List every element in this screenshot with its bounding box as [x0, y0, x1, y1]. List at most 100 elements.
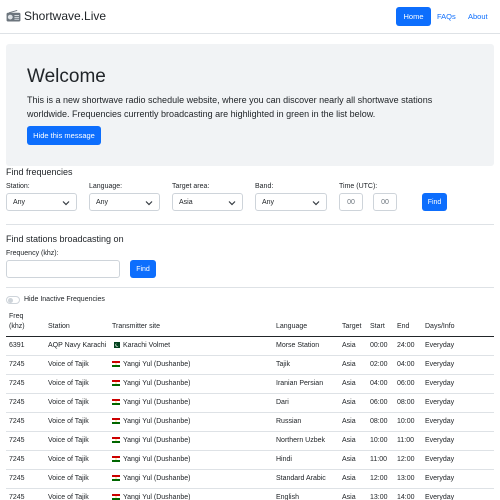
- language-select-value: Any: [96, 198, 109, 206]
- cell-station: Voice of Tajik: [48, 456, 89, 463]
- tajikistan-flag-icon: [112, 437, 120, 443]
- target-area-select-value: Asia: [179, 198, 193, 206]
- find-frequencies-button[interactable]: Find: [422, 193, 447, 211]
- cell-station: Voice of Tajik: [48, 437, 89, 444]
- brand-link[interactable]: Shortwave.Live: [6, 8, 106, 24]
- cell-language: Tajik: [276, 361, 291, 368]
- tajikistan-flag-icon: [112, 418, 120, 424]
- cell-target: Asia: [342, 437, 356, 444]
- transmitter-name: Yangi Yul (Dushanbe): [123, 399, 191, 406]
- cell-station: Voice of Tajik: [48, 399, 89, 406]
- station-label: Station:: [6, 183, 30, 190]
- cell-end: 06:00: [397, 380, 415, 387]
- cell-language: Standard Arabic: [276, 475, 326, 482]
- cell-end: 04:00: [397, 361, 415, 368]
- header-transmitter: Transmitter site: [112, 323, 160, 330]
- cell-target: Asia: [342, 380, 356, 387]
- header-days: Days/Info: [425, 323, 455, 330]
- header-end: End: [397, 323, 410, 330]
- cell-transmitter: Yangi Yul (Dushanbe): [112, 399, 190, 406]
- nav-faqs-link[interactable]: FAQs: [437, 7, 456, 26]
- cell-transmitter: Yangi Yul (Dushanbe): [112, 475, 190, 482]
- tajikistan-flag-icon: [112, 399, 120, 405]
- cell-station: Voice of Tajik: [48, 380, 89, 387]
- cell-days: Everyday: [425, 437, 455, 444]
- cell-days: Everyday: [425, 475, 455, 482]
- cell-start: 13:00: [370, 494, 388, 500]
- cell-station: Voice of Tajik: [48, 418, 89, 425]
- cell-freq: 7245: [9, 418, 25, 425]
- divider: [6, 287, 494, 288]
- transmitter-name: Karachi Volmet: [123, 342, 171, 349]
- target-area-select[interactable]: Asia: [172, 193, 243, 211]
- cell-start: 00:00: [370, 342, 388, 349]
- cell-start: 12:00: [370, 475, 388, 482]
- find-stations-button[interactable]: Find: [130, 260, 156, 278]
- cell-end: 12:00: [397, 456, 415, 463]
- divider: [6, 224, 494, 225]
- cell-language: Morse Station: [276, 342, 320, 349]
- cell-language: Iranian Persian: [276, 380, 324, 387]
- cell-freq: 7245: [9, 399, 25, 406]
- tajikistan-flag-icon: [112, 361, 120, 367]
- cell-start: 11:00: [370, 456, 387, 463]
- welcome-panel: Welcome This is a new shortwave radio sc…: [6, 44, 494, 166]
- table-row: 6391 AQP Navy Karachi Karachi Volmet Morse …: [6, 337, 494, 356]
- radio-icon: [6, 10, 21, 22]
- language-select[interactable]: Any: [89, 193, 160, 211]
- cell-start: 10:00: [370, 437, 388, 444]
- cell-end: 11:00: [397, 437, 414, 444]
- hide-message-button[interactable]: Hide this message: [27, 126, 101, 145]
- table-row: 7245 Voice of Tajik Yangi Yul (Dushanbe) En…: [6, 489, 494, 500]
- cell-station: Voice of Tajik: [48, 494, 89, 500]
- cell-days: Everyday: [425, 380, 455, 387]
- time-minute-input[interactable]: 00: [373, 193, 397, 211]
- transmitter-name: Yangi Yul (Dushanbe): [123, 475, 191, 482]
- cell-start: 04:00: [370, 380, 388, 387]
- cell-freq: 7245: [9, 361, 25, 368]
- nav-home-button[interactable]: Home: [396, 7, 431, 26]
- tajikistan-flag-icon: [112, 380, 120, 386]
- cell-freq: 7245: [9, 456, 25, 463]
- chevron-down-icon: [145, 201, 153, 206]
- table-row: 7245 Voice of Tajik Yangi Yul (Dushanbe) St…: [6, 470, 494, 489]
- cell-transmitter: Yangi Yul (Dushanbe): [112, 437, 190, 444]
- frequency-khz-label: Frequency (khz):: [6, 250, 59, 257]
- cell-station: AQP Navy Karachi: [48, 342, 107, 349]
- cell-freq: 7245: [9, 475, 25, 482]
- find-stations-title: Find stations broadcasting on: [6, 234, 124, 244]
- chevron-down-icon: [62, 201, 70, 206]
- transmitter-name: Yangi Yul (Dushanbe): [123, 456, 191, 463]
- hide-inactive-toggle[interactable]: [6, 296, 20, 304]
- tajikistan-flag-icon: [112, 456, 120, 462]
- band-select[interactable]: Any: [255, 193, 327, 211]
- station-select[interactable]: Any: [6, 193, 77, 211]
- cell-days: Everyday: [425, 399, 455, 406]
- cell-start: 06:00: [370, 399, 388, 406]
- cell-start: 02:00: [370, 361, 388, 368]
- cell-freq: 7245: [9, 437, 25, 444]
- cell-freq: 7245: [9, 380, 25, 387]
- cell-target: Asia: [342, 399, 356, 406]
- tajikistan-flag-icon: [112, 494, 120, 500]
- cell-target: Asia: [342, 475, 356, 482]
- cell-freq: 7245: [9, 494, 25, 500]
- frequency-table: Freq (khz) Station Transmitter site Lang…: [6, 310, 494, 500]
- header-start: Start: [370, 323, 385, 330]
- cell-transmitter: Karachi Volmet: [112, 342, 170, 349]
- header-language: Language: [276, 323, 308, 330]
- band-select-value: Any: [262, 198, 275, 206]
- transmitter-name: Yangi Yul (Dushanbe): [123, 380, 191, 387]
- cell-days: Everyday: [425, 361, 455, 368]
- cell-station: Voice of Tajik: [48, 361, 89, 368]
- cell-target: Asia: [342, 494, 356, 500]
- header-freq: Freq: [9, 313, 24, 320]
- nav-about-link[interactable]: About: [468, 7, 488, 26]
- cell-end: 08:00: [397, 399, 415, 406]
- cell-freq: 6391: [9, 342, 25, 349]
- table-row: 7245 Voice of Tajik Yangi Yul (Dushanbe) Da…: [6, 394, 494, 413]
- frequency-input[interactable]: [6, 260, 120, 278]
- language-label: Language:: [89, 183, 123, 190]
- time-hour-input[interactable]: 00: [339, 193, 363, 211]
- cell-language: Hindi: [276, 456, 292, 463]
